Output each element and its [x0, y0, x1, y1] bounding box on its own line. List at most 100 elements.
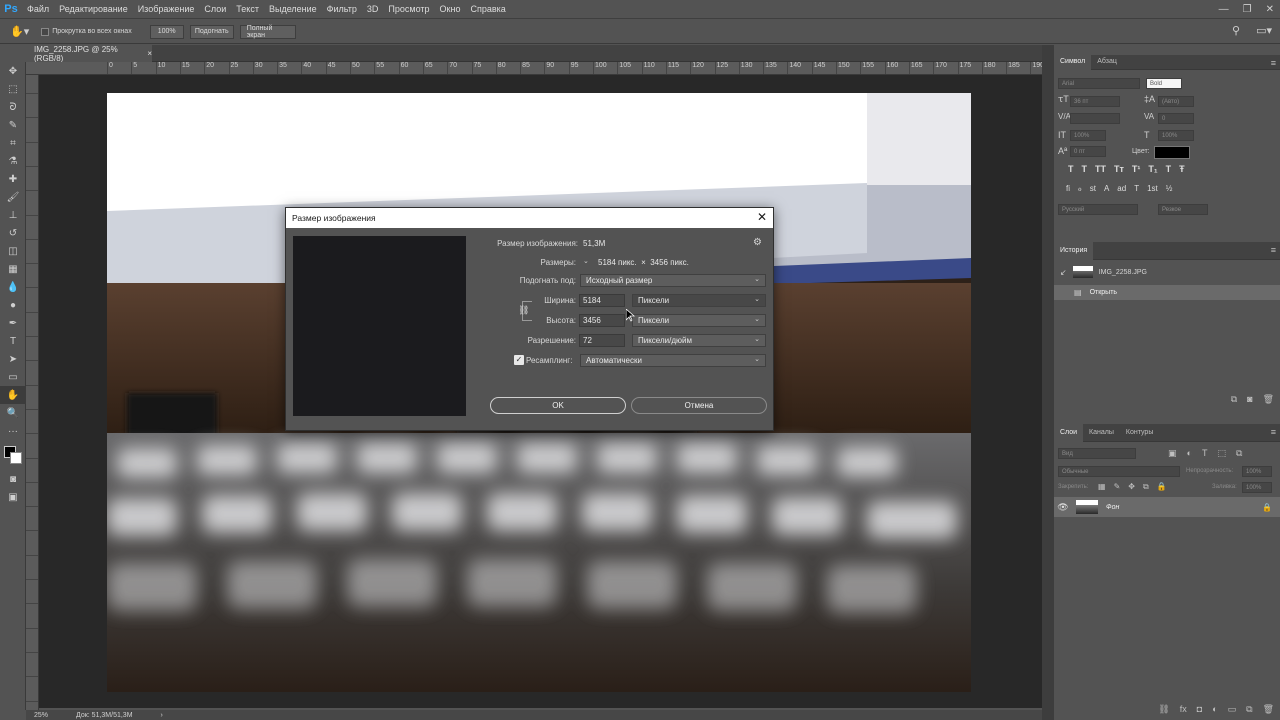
resample-select[interactable]: Автоматически ⌄: [580, 354, 766, 367]
menu-type[interactable]: Текст: [231, 0, 264, 19]
marquee-tool-icon[interactable]: ⬚: [0, 80, 26, 98]
zoom-100-button[interactable]: 100%: [149, 24, 184, 39]
fit-screen-button[interactable]: Подогнать: [189, 24, 234, 39]
horizontal-scale-field[interactable]: 100%: [1158, 130, 1194, 141]
crop-tool-icon[interactable]: ⌗: [0, 134, 26, 152]
fill-screen-button[interactable]: Полный экран: [239, 24, 296, 39]
fill-field[interactable]: 100%: [1242, 482, 1272, 493]
font-style-field[interactable]: Bold: [1146, 78, 1182, 89]
panel-menu-icon[interactable]: ≡: [1271, 58, 1276, 68]
menu-edit[interactable]: Редактирование: [54, 0, 133, 19]
camera-icon[interactable]: ◙: [1247, 394, 1252, 405]
status-arrow-icon[interactable]: ›: [161, 712, 163, 719]
font-size-field[interactable]: 36 пт: [1070, 96, 1120, 107]
close-icon[interactable]: ✕: [757, 210, 767, 224]
eraser-tool-icon[interactable]: ◫: [0, 242, 26, 260]
menu-3d[interactable]: 3D: [362, 0, 384, 19]
width-input[interactable]: 5184: [579, 294, 625, 307]
contextual-button[interactable]: T: [1134, 184, 1139, 193]
cancel-button[interactable]: Отмена: [631, 397, 767, 414]
ordinals-button[interactable]: 1st: [1147, 184, 1158, 193]
close-tab-icon[interactable]: ×: [147, 49, 152, 58]
subscript-button[interactable]: T₁: [1148, 164, 1157, 174]
text-color-swatch[interactable]: [1154, 146, 1190, 159]
history-snapshot[interactable]: ↙ IMG_2258.JPG: [1054, 264, 1280, 280]
fit-to-select[interactable]: Исходный размер ⌄: [580, 274, 766, 287]
height-input[interactable]: 3456: [579, 314, 625, 327]
leading-field[interactable]: (Авто): [1158, 96, 1194, 107]
swash-button[interactable]: st: [1090, 184, 1096, 193]
menu-window[interactable]: Окно: [435, 0, 466, 19]
menu-layers[interactable]: Слои: [199, 0, 231, 19]
background-color-swatch[interactable]: [10, 452, 22, 464]
resample-checkbox[interactable]: ✓: [514, 355, 524, 365]
type-tool-icon[interactable]: T: [0, 332, 26, 350]
fractions-button[interactable]: ½: [1166, 184, 1173, 193]
healing-tool-icon[interactable]: ✚: [0, 170, 26, 188]
lock-position-icon[interactable]: ✥: [1128, 482, 1135, 492]
dialog-titlebar[interactable]: Размер изображения ✕: [286, 208, 773, 228]
adjustment-layer-icon[interactable]: ◐: [1212, 704, 1217, 715]
tab-character[interactable]: Символ: [1054, 53, 1092, 71]
new-layer-icon[interactable]: ⧉: [1246, 704, 1252, 715]
tracking-field[interactable]: 0: [1158, 113, 1194, 124]
zoom-tool-icon[interactable]: 🔍: [0, 404, 26, 422]
menu-help[interactable]: Справка: [465, 0, 510, 19]
layer-filter-field[interactable]: Вид: [1058, 448, 1136, 459]
filter-smart-icon[interactable]: ⧉: [1236, 448, 1242, 459]
ligatures-button[interactable]: fi: [1066, 184, 1070, 193]
ok-button[interactable]: OK: [490, 397, 626, 414]
lock-pixels-icon[interactable]: ✎: [1114, 482, 1121, 492]
workspace-icon[interactable]: ▭▾: [1256, 24, 1272, 37]
quick-select-tool-icon[interactable]: ✎: [0, 116, 26, 134]
resolution-input[interactable]: 72: [579, 334, 625, 347]
font-family-field[interactable]: Arial: [1058, 78, 1140, 89]
history-menu-icon[interactable]: ≡: [1271, 245, 1276, 255]
filter-shape-icon[interactable]: ⬚: [1217, 448, 1226, 459]
image-preview[interactable]: [293, 236, 466, 416]
underline-button[interactable]: T: [1166, 164, 1172, 174]
titling-button[interactable]: ad: [1117, 184, 1126, 193]
filter-pixel-icon[interactable]: ▣: [1168, 448, 1177, 459]
color-swatches[interactable]: [0, 440, 25, 470]
height-unit-select[interactable]: Пиксели ⌄: [632, 314, 766, 327]
eyedropper-tool-icon[interactable]: ⚗: [0, 152, 26, 170]
opacity-field[interactable]: 100%: [1242, 466, 1272, 477]
history-item[interactable]: ▤ Открыть: [1054, 285, 1280, 300]
vertical-scale-field[interactable]: 100%: [1070, 130, 1106, 141]
strikethrough-button[interactable]: Ŧ: [1179, 164, 1185, 174]
path-select-tool-icon[interactable]: ➤: [0, 350, 26, 368]
lock-transparent-icon[interactable]: ▦: [1098, 482, 1106, 492]
hand-tool-preset-icon[interactable]: ✋▾: [10, 25, 29, 38]
filter-adjust-icon[interactable]: ◐: [1187, 448, 1192, 459]
close-window-icon[interactable]: ✕: [1266, 4, 1274, 15]
filter-type-icon[interactable]: T: [1202, 448, 1208, 459]
layers-menu-icon[interactable]: ≡: [1271, 427, 1276, 437]
fx-icon[interactable]: fx: [1180, 704, 1187, 715]
quick-mask-icon[interactable]: ◙: [0, 470, 26, 488]
superscript-button[interactable]: T¹: [1132, 164, 1141, 174]
dimensions-unit-chevron-icon[interactable]: ⌄: [583, 257, 589, 265]
resolution-unit-select[interactable]: Пиксели/дюйм ⌄: [632, 334, 766, 347]
small-caps-button[interactable]: Tт: [1114, 164, 1124, 174]
zoom-level[interactable]: 25%: [34, 712, 48, 719]
group-icon[interactable]: ▭: [1228, 704, 1237, 715]
document-tab[interactable]: IMG_2258.JPG @ 25% (RGB/8) ×: [26, 45, 152, 63]
gear-icon[interactable]: ⚙: [753, 237, 762, 248]
blend-mode-field[interactable]: Обычные: [1058, 466, 1180, 477]
all-caps-button[interactable]: TT: [1095, 164, 1106, 174]
lock-artboard-icon[interactable]: ⧉: [1143, 482, 1149, 492]
stylistic-button[interactable]: A: [1104, 184, 1109, 193]
tab-paragraph[interactable]: Абзац: [1091, 53, 1123, 71]
kerning-field[interactable]: [1070, 113, 1120, 124]
faux-italic-button[interactable]: T: [1082, 164, 1088, 174]
more-tools-icon[interactable]: ···: [0, 422, 26, 440]
dodge-tool-icon[interactable]: ●: [0, 296, 26, 314]
trash-icon[interactable]: 🗑: [1263, 394, 1274, 405]
baseline-field[interactable]: 0 пт: [1070, 146, 1106, 157]
hand-tool-icon[interactable]: ✋: [0, 386, 26, 404]
link-layers-icon[interactable]: ⛓: [1158, 704, 1169, 715]
minimize-icon[interactable]: —: [1219, 4, 1229, 15]
link-chain-icon[interactable]: ⛓: [518, 305, 529, 316]
menu-image[interactable]: Изображение: [133, 0, 200, 19]
